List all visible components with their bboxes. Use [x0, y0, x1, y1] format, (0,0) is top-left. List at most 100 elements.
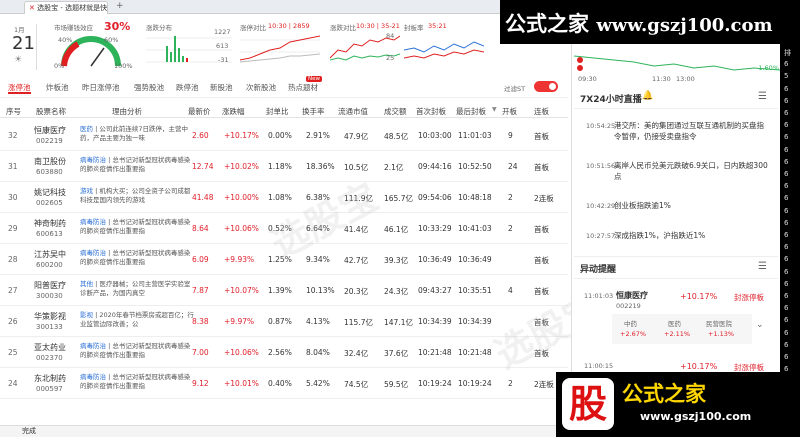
column-header-open-count[interactable]: 开板	[502, 106, 517, 117]
ticker-number: 6	[784, 182, 789, 191]
reason-tag[interactable]: 病毒防治	[80, 156, 106, 164]
reason-tag[interactable]: 病毒防治	[80, 218, 106, 226]
news-item[interactable]: 创业板指跌逾1%	[614, 200, 770, 211]
reason-tag[interactable]: 影视	[80, 311, 93, 319]
reason-tag[interactable]: 其他	[80, 280, 93, 288]
divider	[574, 108, 778, 109]
latest-price: 7.87	[192, 286, 209, 295]
news-time: 10:27:57	[586, 232, 616, 240]
open-count: 2	[508, 379, 513, 388]
open-count: 24	[508, 162, 518, 171]
column-header-board-count[interactable]: 连板	[534, 106, 549, 117]
stock-code: 002370	[36, 354, 63, 362]
news-item[interactable]: 离岸人民币兑美元跌破6.9关口，日内跌超300点	[614, 160, 770, 182]
alert-stock-name[interactable]: 恒康医疗	[616, 290, 648, 301]
column-header-reason[interactable]: 理由分析	[112, 106, 142, 117]
filter-st-toggle[interactable]	[534, 81, 558, 92]
first-seal-time: 10:03:00	[418, 131, 452, 140]
stock-name[interactable]: 江苏吴中	[34, 249, 66, 260]
sun-icon: ☀	[14, 55, 23, 65]
ticker-number: 6	[784, 255, 789, 264]
column-header-seal-ratio[interactable]: 封单比	[266, 106, 289, 117]
stock-name[interactable]: 南卫股份	[34, 156, 66, 167]
stock-name[interactable]: 华策影视	[34, 311, 66, 322]
turnover-rate: 18.36%	[306, 162, 335, 171]
last-seal-time: 10:21:48	[458, 348, 492, 357]
divider	[574, 278, 778, 279]
column-header-first-seal[interactable]: 首次封板	[416, 106, 446, 117]
column-header-turnover[interactable]: 换手率	[302, 106, 325, 117]
tab-sub-new-stocks[interactable]: 次新股池	[246, 82, 276, 94]
expand-icon[interactable]: ⌄	[756, 320, 764, 330]
seal-ratio: 1.18%	[268, 162, 292, 171]
divider	[36, 24, 37, 70]
bell-icon[interactable]: 🔔	[642, 91, 653, 101]
menu-icon[interactable]: ☰	[758, 261, 767, 272]
tab-hot-topics[interactable]: 热点题材	[288, 82, 318, 94]
float-market-cap: 74.5亿	[344, 380, 369, 389]
trade-amount: 37.6亿	[384, 349, 409, 358]
ticker-number: 6	[784, 340, 789, 349]
reason-analysis: 医药 | 公司此前连续7日跌停，主营中药，产品主要为独一味	[80, 125, 188, 142]
reason-text: 医疗器械；公司主营医学实验室诊断产品，为国内真空	[80, 280, 191, 297]
row-index: 29	[8, 224, 18, 233]
stock-code: 603880	[36, 168, 63, 176]
tab-limit-up-pool[interactable]: 涨停池	[8, 82, 31, 94]
tab-new-stocks[interactable]: 新股池	[210, 82, 233, 94]
ticker-number: 6	[784, 121, 789, 130]
seal-ratio: 0.40%	[268, 379, 292, 388]
column-header-float-cap[interactable]: 流通市值	[338, 106, 368, 117]
stock-code: 000597	[36, 385, 63, 393]
ticker-number: 6	[784, 96, 789, 105]
turnover-rate: 8.04%	[306, 348, 330, 357]
distribution-tick: -31	[218, 56, 229, 64]
column-header-change[interactable]: 涨跌幅	[222, 106, 245, 117]
column-header-index[interactable]: 序号	[6, 106, 21, 117]
sector-name[interactable]: 医药	[668, 318, 681, 328]
stock-name[interactable]: 阳普医疗	[34, 280, 66, 291]
ticker-number: 6	[784, 206, 789, 215]
seal-ratio: 1.39%	[268, 286, 292, 295]
column-header-last-seal[interactable]: 最后封板	[456, 106, 486, 117]
browser-tab[interactable]: ✕ 选股宝 - 选题材就是快	[24, 1, 108, 14]
reason-tag[interactable]: 病毒防治	[80, 373, 106, 381]
open-count: 9	[508, 131, 513, 140]
open-count: 4	[508, 286, 513, 295]
column-header-amount[interactable]: 成交额	[384, 106, 407, 117]
news-item[interactable]: 港交所：美的集团通过互联互通机制的买盘指令暂停，仍接受卖盘指令	[614, 120, 770, 142]
board-count: 2连板	[534, 380, 554, 389]
ticker-number: 6	[784, 218, 789, 227]
status-bar: 完成	[0, 425, 571, 437]
new-tab-button[interactable]: +	[116, 1, 124, 11]
sector-name[interactable]: 中药	[624, 318, 637, 328]
sort-desc-icon[interactable]: ▼	[492, 106, 497, 113]
row-index: 28	[8, 255, 18, 264]
tab-broken-board-pool[interactable]: 炸板池	[46, 82, 69, 94]
reason-tag[interactable]: 游戏	[80, 187, 93, 195]
close-icon[interactable]: ✕	[29, 4, 35, 12]
stock-name[interactable]: 恒康医疗	[34, 125, 66, 136]
column-header-name[interactable]: 股票名称	[36, 106, 66, 117]
up-down-value: 10:30 | 35-21	[356, 22, 400, 30]
tab-limit-down-pool[interactable]: 跌停池	[176, 82, 199, 94]
stock-name[interactable]: 姚记科技	[34, 187, 66, 198]
stock-name[interactable]: 神奇制药	[34, 218, 66, 229]
news-item[interactable]: 深成指跌1%，沪指跌近1%	[614, 230, 770, 241]
tab-strong-stocks[interactable]: 强势股池	[134, 82, 164, 94]
board-count: 2连板	[534, 194, 554, 203]
float-market-cap: 32.4亿	[344, 349, 369, 358]
alert-change: +10.17%	[680, 292, 718, 301]
reason-tag[interactable]: 医药	[80, 125, 93, 133]
change-percent: +10.07%	[224, 286, 259, 295]
menu-icon[interactable]: ☰	[758, 91, 767, 102]
reason-tag[interactable]: 病毒防治	[80, 342, 106, 350]
reason-text: 2020年春节档票房或超百亿；行业监管边际改善；公	[80, 311, 194, 328]
tab-yesterday-limit-up[interactable]: 昨日涨停池	[82, 82, 120, 94]
stock-name[interactable]: 亚太药业	[34, 342, 66, 353]
first-seal-time: 09:43:27	[418, 286, 452, 295]
last-seal-time: 10:35:51	[458, 286, 492, 295]
reason-tag[interactable]: 病毒防治	[80, 249, 106, 257]
stock-name[interactable]: 东北制药	[34, 373, 66, 384]
sector-name[interactable]: 民营医院	[706, 318, 732, 328]
column-header-price[interactable]: 最新价	[188, 106, 211, 117]
